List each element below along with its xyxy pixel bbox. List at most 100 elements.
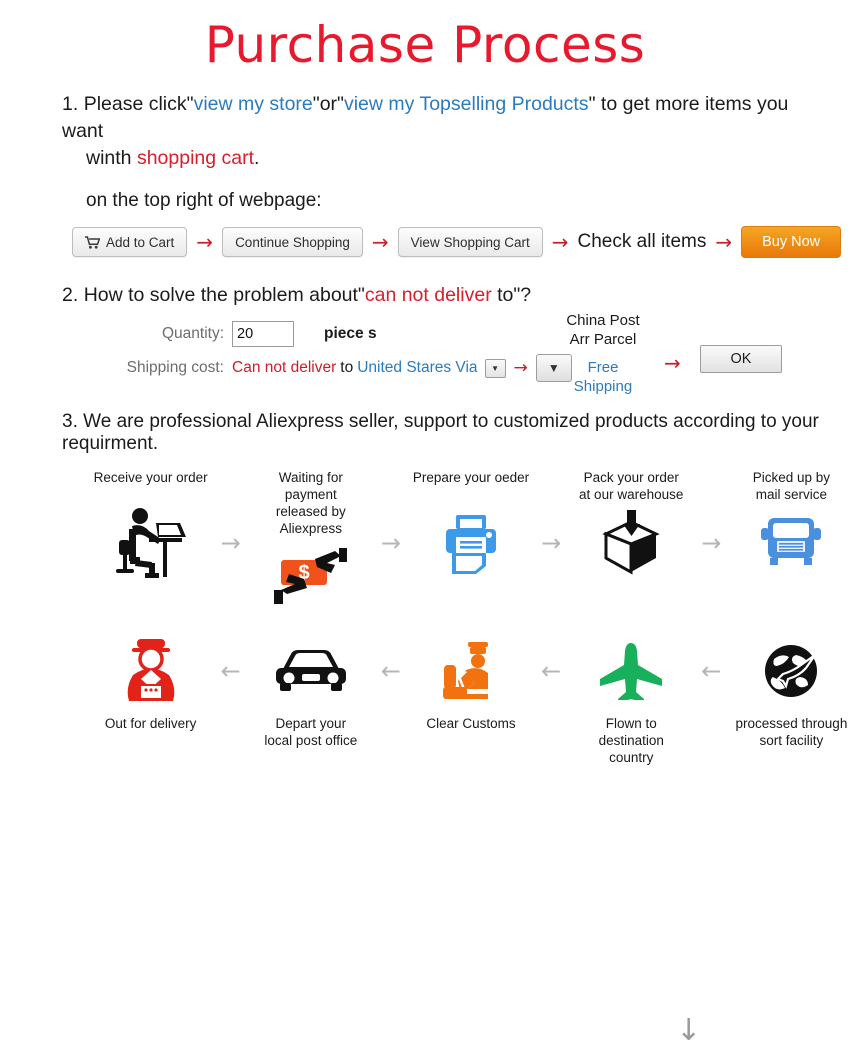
ok-button[interactable]: OK xyxy=(700,345,782,373)
country-dropdown-toggle[interactable]: ▼ xyxy=(484,358,506,378)
section-1-text-a: Please click" xyxy=(83,93,194,115)
flow-step-depart-post-office: Depart your local post office xyxy=(252,631,369,749)
shipping-status-text: Can not deliver xyxy=(232,359,337,376)
quantity-label: Quantity: xyxy=(161,325,224,342)
section-1-text-b: "or" xyxy=(312,93,344,115)
section-3-heading: 3. We are professional Aliexpress seller… xyxy=(62,411,850,455)
car-icon xyxy=(252,631,369,711)
section-1-number: 1. xyxy=(62,93,79,115)
section-2-text-a: How to solve the problem about" xyxy=(83,284,365,306)
packing-box-icon xyxy=(573,503,690,583)
flow-arrow-right-icon: → xyxy=(541,529,562,557)
global-sort-icon xyxy=(733,631,850,711)
section-1-line-2: winth shopping cart. xyxy=(86,145,802,172)
can-not-deliver-emphasis: can not deliver xyxy=(364,284,492,306)
free-shipping-line-2: Shipping xyxy=(573,378,633,395)
flow-step-label: Picked up by mail service xyxy=(752,470,831,502)
carrier-name-line-1: China Post xyxy=(566,312,640,329)
flow-arrow-right-icon: → xyxy=(701,529,722,557)
piece-unit-label: piece s xyxy=(324,325,377,342)
flow-step-sort-facility: processed through sort facility xyxy=(733,631,850,749)
flow-step-label: Prepare your oeder xyxy=(412,470,530,485)
flow-step-label: processed through sort facility xyxy=(735,716,848,748)
section-3-text: We are professional Aliexpress seller, s… xyxy=(62,411,819,454)
customs-officer-icon xyxy=(412,631,529,711)
section-3-number: 3. xyxy=(62,411,78,432)
flow-arrow-down-icon: ↓ xyxy=(676,1013,702,1048)
buy-now-button[interactable]: Buy Now xyxy=(741,226,842,258)
flow-arrow-icon: → xyxy=(513,357,528,378)
page-title: Purchase Process xyxy=(204,16,646,74)
quantity-row: Quantity: piece s xyxy=(120,319,572,349)
chevron-down-icon: ▼ xyxy=(491,363,499,373)
delivery-man-icon xyxy=(92,631,209,711)
view-shopping-cart-button[interactable]: View Shopping Cart xyxy=(397,227,543,257)
flow-arrow-icon: → xyxy=(196,230,214,254)
checkout-button-flow: Add to Cart → Continue Shopping → View S… xyxy=(72,226,850,258)
fulfillment-flow-diagram: Receive your order → Waiting for payment… xyxy=(0,469,850,1046)
flow-arrow-left-icon: ← xyxy=(541,657,562,685)
top-right-note: on the top right of webpage: xyxy=(86,190,322,211)
person-at-desk-icon xyxy=(92,503,209,583)
purchase-process-infographic: Purchase Process 1. Please click"view my… xyxy=(0,0,850,1046)
link-view-my-store[interactable]: view my store xyxy=(194,93,313,115)
flow-step-label: Depart your local post office xyxy=(264,716,358,748)
printer-icon xyxy=(412,503,529,583)
carrier-name-line-2: Arr Parcel xyxy=(569,331,637,348)
flow-step-waiting-payment: Waiting for payment released by Aliexpre… xyxy=(252,469,369,617)
check-all-items-text: Check all items xyxy=(577,231,707,252)
order-form: Quantity: piece s Shipping cost: Can not… xyxy=(120,319,572,387)
buy-now-label: Buy Now xyxy=(762,234,821,250)
cash-handoff-icon: $ xyxy=(252,537,369,617)
section-1-text-e: . xyxy=(254,147,260,169)
quantity-input[interactable] xyxy=(232,321,294,347)
add-to-cart-label: Add to Cart xyxy=(106,234,175,250)
flow-step-label: Out for delivery xyxy=(104,716,197,731)
section-2-heading: 2. How to solve the problem about"can no… xyxy=(62,284,850,307)
carrier-info: China Post Arr Parcel Free Shipping xyxy=(558,311,648,396)
section-1-text: 1. Please click"view my store"or"view my… xyxy=(62,91,802,172)
shopping-cart-icon xyxy=(85,235,100,249)
flow-step-flown-destination: Flown to destination country xyxy=(573,631,690,766)
truck-icon xyxy=(733,503,850,583)
flow-step-picked-up: Picked up by mail service xyxy=(733,469,850,583)
ok-label: OK xyxy=(730,351,752,367)
flow-arrow-icon: → xyxy=(551,230,569,254)
shipping-cost-row: Shipping cost: Can not deliver to United… xyxy=(120,353,572,383)
section-2-form-area: Quantity: piece s Shipping cost: Can not… xyxy=(0,312,850,403)
flow-arrow-icon: → xyxy=(664,351,681,375)
flow-step-label: Receive your order xyxy=(93,470,208,485)
flow-step-prepare-order: Prepare your oeder xyxy=(412,469,529,583)
shipping-to-text: to xyxy=(340,359,354,376)
flow-step-label: Waiting for payment released by Aliexpre… xyxy=(275,470,346,536)
flow-step-label: Clear Customs xyxy=(426,716,516,731)
airplane-icon xyxy=(573,631,690,711)
section-1-text-d: winth xyxy=(86,147,137,169)
shipping-country-link[interactable]: United Stares Via xyxy=(357,359,477,377)
flow-row-top: Receive your order → Waiting for payment… xyxy=(0,469,850,617)
flow-arrow-icon: → xyxy=(371,230,389,254)
flow-arrow-left-icon: ← xyxy=(380,657,401,685)
flow-step-out-for-delivery: Out for delivery xyxy=(92,631,209,732)
flow-arrow-left-icon: ← xyxy=(220,657,241,685)
flow-arrow-icon: → xyxy=(715,230,733,254)
flow-step-receive-order: Receive your order xyxy=(92,469,209,583)
flow-arrow-right-icon: → xyxy=(380,529,401,557)
link-view-my-topselling-products[interactable]: view my Topselling Products xyxy=(344,93,589,115)
flow-arrow-right-icon: → xyxy=(220,529,241,557)
continue-shopping-label: Continue Shopping xyxy=(235,234,350,250)
flow-step-label: Pack your order at our warehouse xyxy=(579,470,684,502)
shopping-cart-emphasis: shopping cart xyxy=(136,147,255,169)
continue-shopping-button[interactable]: Continue Shopping xyxy=(222,227,363,257)
section-2-text-b: to"? xyxy=(491,284,532,306)
flow-arrow-left-icon: ← xyxy=(701,657,722,685)
flow-step-pack-order: Pack your order at our warehouse xyxy=(573,469,690,583)
flow-step-label: Flown to destination country xyxy=(598,716,664,765)
view-shopping-cart-label: View Shopping Cart xyxy=(410,234,530,250)
section-2-number: 2. xyxy=(62,284,79,306)
add-to-cart-button[interactable]: Add to Cart xyxy=(72,227,188,257)
shipping-cost-label: Shipping cost: xyxy=(126,359,224,376)
free-shipping-line-1: Free xyxy=(587,359,619,376)
flow-step-clear-customs: Clear Customs xyxy=(412,631,529,732)
flow-row-bottom: Out for delivery ← Depart your local pos… xyxy=(0,631,850,766)
